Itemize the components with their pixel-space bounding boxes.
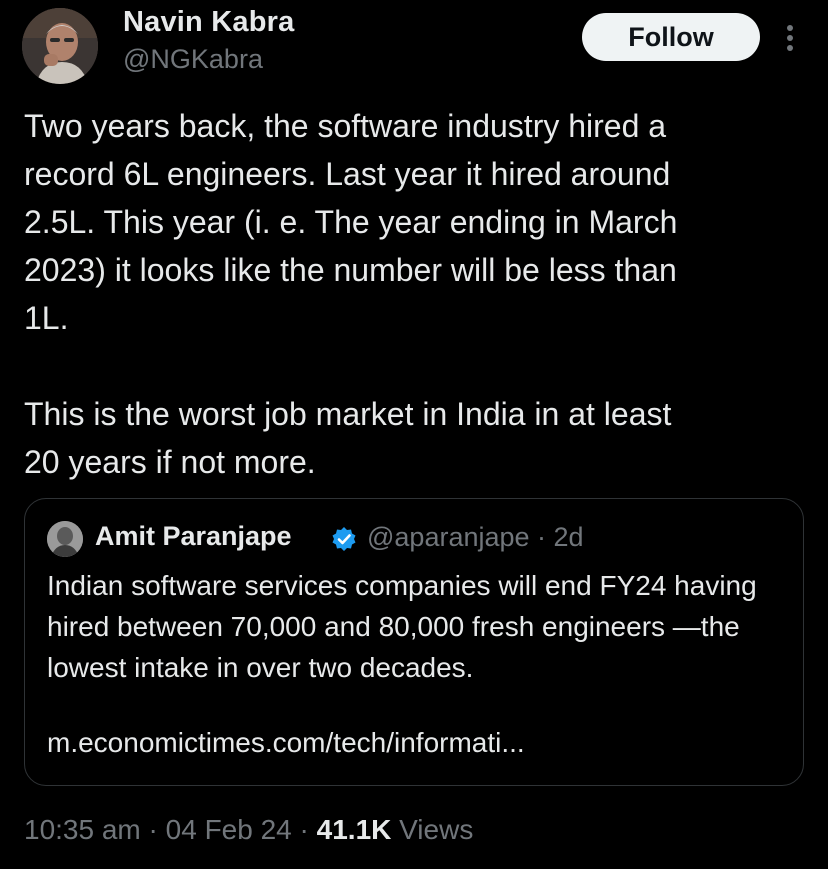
tweet-text: Two years back, the software industry hi… bbox=[24, 108, 678, 480]
quote-link[interactable]: m.economictimes.com/tech/informati... bbox=[47, 727, 525, 759]
author-avatar[interactable] bbox=[22, 8, 98, 84]
author-handle[interactable]: @NGKabra bbox=[123, 44, 263, 75]
tweet-time[interactable]: 10:35 am bbox=[24, 814, 141, 845]
follow-button[interactable]: Follow bbox=[582, 13, 760, 61]
more-vertical-icon[interactable] bbox=[780, 22, 800, 54]
views-label: Views bbox=[391, 814, 474, 845]
quote-avatar-image bbox=[47, 521, 83, 557]
author-avatar-image bbox=[22, 8, 98, 84]
separator-dot: · bbox=[291, 814, 317, 845]
views-count: 41.1K bbox=[316, 814, 392, 845]
quote-tweet-card[interactable]: Amit Paranjape @aparanjape · 2d Indian s… bbox=[24, 498, 804, 786]
quote-author-avatar[interactable] bbox=[47, 521, 83, 557]
author-name[interactable]: Navin Kabra bbox=[123, 6, 294, 39]
quote-text: Indian software services companies will … bbox=[47, 570, 757, 683]
quote-handle-time[interactable]: @aparanjape · 2d bbox=[367, 522, 584, 553]
separator-dot: · bbox=[140, 814, 166, 845]
tweet-date[interactable]: 04 Feb 24 bbox=[166, 814, 292, 845]
tweet-metadata: 10:35 am · 04 Feb 24 · 41.1K Views bbox=[24, 814, 473, 846]
verified-badge-icon bbox=[331, 526, 357, 552]
quote-author-name[interactable]: Amit Paranjape bbox=[95, 521, 292, 552]
